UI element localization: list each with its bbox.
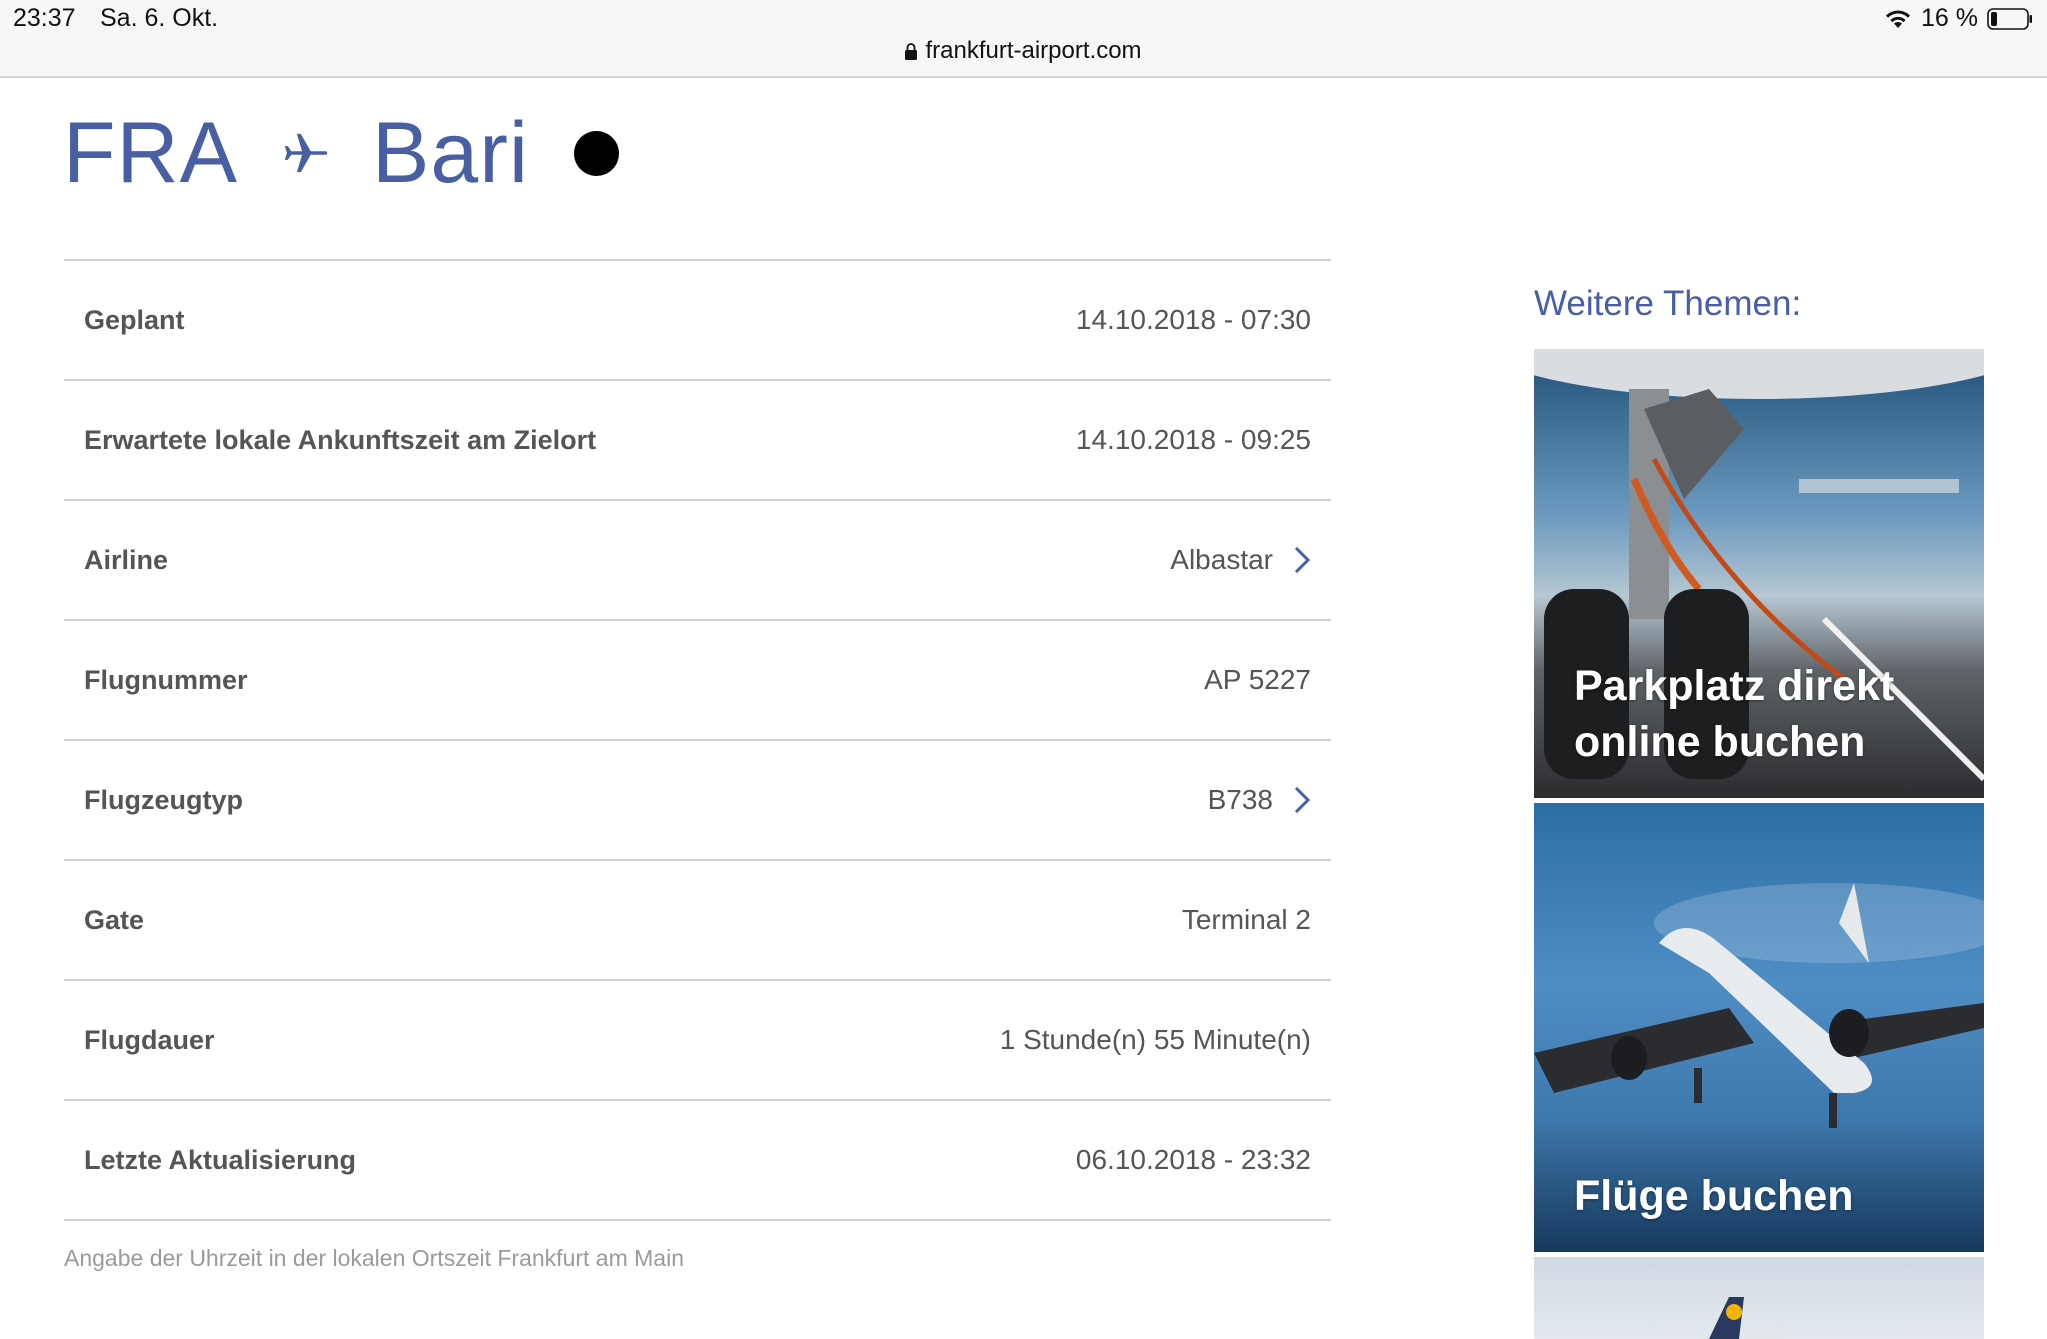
tile-flights-text: Flüge buchen (1574, 1172, 1854, 1220)
lock-icon (905, 43, 918, 60)
browser-status-bar: 23:37 Sa. 6. Okt. 16 % frankfurt-airport… (0, 0, 2047, 78)
wifi-icon (1886, 10, 1911, 28)
row-value: Terminal 2 (1181, 904, 1311, 935)
destination-name: Bari (372, 104, 529, 201)
aircraft-type-link[interactable]: B738 (1208, 784, 1311, 816)
chevron-right-icon (1294, 546, 1311, 574)
url-text: frankfurt-airport.com (925, 37, 1142, 64)
tile-flights[interactable]: Flüge buchen (1534, 803, 1984, 1252)
table-row-flugdauer: Flugdauer 1 Stunde(n) 55 Minute(n) (64, 981, 1331, 1101)
tile-parking[interactable]: Parkplatz direkt online buchen (1534, 349, 1984, 798)
origin-code: FRA (63, 104, 238, 201)
table-row-flugzeugtyp[interactable]: Flugzeugtyp B738 (64, 741, 1331, 861)
row-value: Albastar (1170, 544, 1273, 575)
table-row-gate: Gate Terminal 2 (64, 861, 1331, 981)
row-value: B738 (1207, 784, 1273, 815)
status-time: 23:37 (13, 4, 76, 32)
status-indicators: 16 % (1884, 4, 2033, 33)
table-row-geplant: Geplant 14.10.2018 - 07:30 (64, 261, 1331, 381)
row-value: AP 5227 (1204, 664, 1311, 695)
row-value: 1 Stunde(n) 55 Minute(n) (999, 1024, 1311, 1055)
row-label: Flugzeugtyp (84, 784, 243, 815)
table-row-airline[interactable]: Airline Albastar (64, 501, 1331, 621)
row-label: Gate (84, 904, 145, 935)
route-heading: FRA Bari (63, 98, 619, 208)
table-row-ankunftszeit: Erwartete lokale Ankunftszeit am Zielort… (64, 381, 1331, 501)
lufthansa-plane-image (1709, 1297, 1784, 1339)
battery-icon (1987, 7, 2032, 30)
table-row-aktualisierung: Letzte Aktualisierung 06.10.2018 - 23:32 (64, 1101, 1331, 1221)
row-label: Geplant (84, 304, 185, 335)
row-label: Flugnummer (84, 664, 248, 695)
time-footnote: Angabe der Uhrzeit in der lokalen Ortsze… (64, 1245, 684, 1271)
status-dot (573, 130, 619, 176)
tile-parking-text: Parkplatz direkt online buchen (1574, 662, 1895, 766)
url-bar[interactable]: frankfurt-airport.com (0, 37, 2047, 65)
row-value: 14.10.2018 - 09:25 (1075, 424, 1311, 455)
chevron-right-icon (1294, 786, 1311, 814)
battery-percent: 16 % (1921, 4, 1978, 32)
sidebar-title: Weitere Themen: (1534, 284, 1802, 323)
table-row-flugnummer: Flugnummer AP 5227 (64, 621, 1331, 741)
row-label: Erwartete lokale Ankunftszeit am Zielort (84, 424, 597, 455)
airline-link[interactable]: Albastar (1170, 544, 1311, 576)
row-value: 06.10.2018 - 23:32 (1075, 1144, 1311, 1175)
status-date: Sa. 6. Okt. (100, 4, 219, 32)
row-label: Airline (84, 544, 169, 575)
row-label: Flugdauer (84, 1024, 215, 1055)
row-value: 14.10.2018 - 07:30 (1075, 304, 1311, 335)
plane-icon (284, 133, 328, 173)
row-label: Letzte Aktualisierung (84, 1144, 357, 1175)
tile-third[interactable] (1534, 1257, 1984, 1339)
flight-info-table: Geplant 14.10.2018 - 07:30 Erwartete lok… (64, 259, 1331, 1221)
